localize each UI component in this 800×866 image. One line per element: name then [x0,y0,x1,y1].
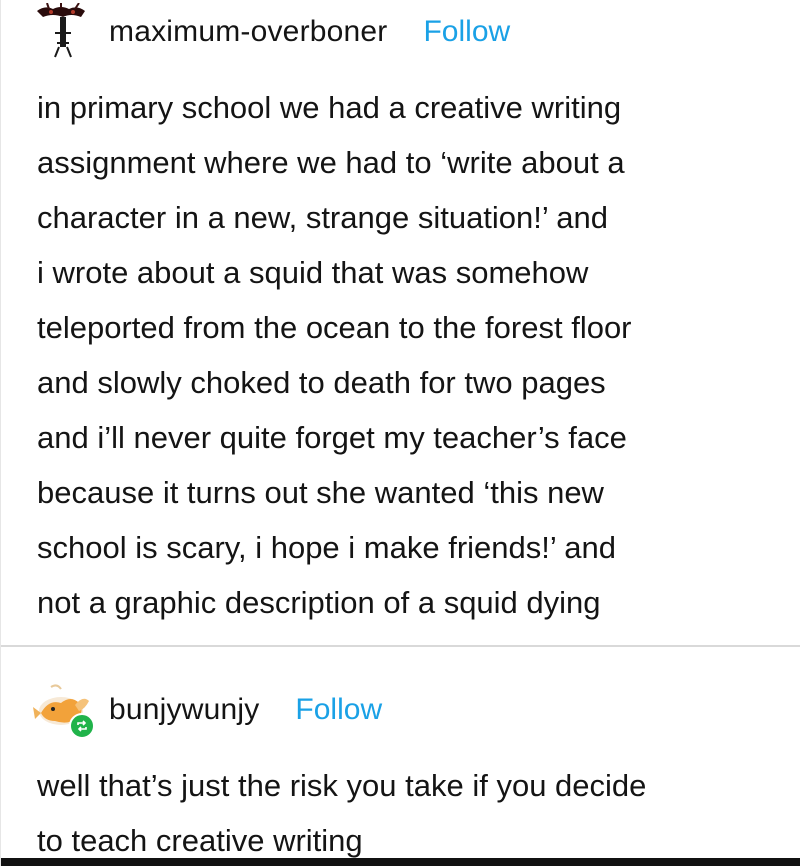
post-divider [1,645,800,647]
tumblr-post-thread: maximum-overboner Follow in primary scho… [0,0,800,866]
bottom-border [1,858,800,866]
follow-button[interactable]: Follow [295,693,382,727]
follow-button[interactable]: Follow [423,15,510,49]
dark-figure-avatar-icon[interactable] [31,2,95,61]
username[interactable]: bunjywunjy [109,693,259,727]
reblog-icon [69,713,95,739]
post-body-text: well that’s just the risk you take if yo… [37,768,647,858]
post-header: maximum-overboner Follow [31,2,510,62]
post-header: bunjywunjy Follow [31,680,382,740]
goldfish-avatar-icon[interactable] [31,681,95,739]
username[interactable]: maximum-overboner [109,15,387,49]
post-body-text: in primary school we had a creative writ… [37,90,632,620]
